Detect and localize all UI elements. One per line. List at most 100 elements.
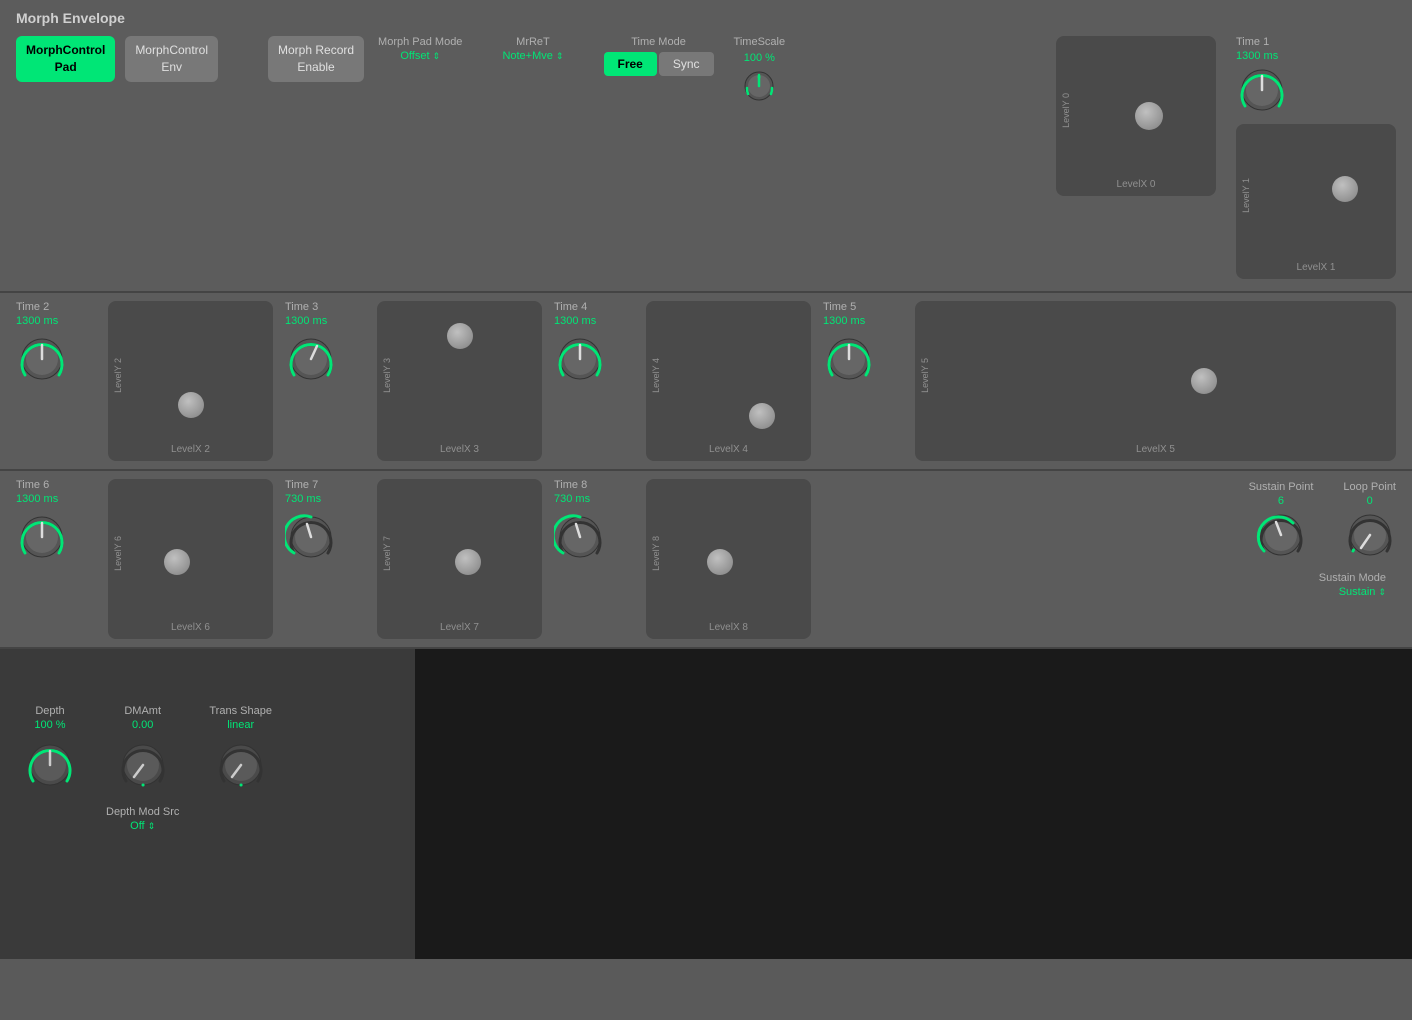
- levelx1-label: LevelX 1: [1236, 262, 1396, 273]
- trans-shape-label: Trans Shape: [209, 705, 272, 717]
- depth-mod-src-label: Depth Mod Src: [106, 806, 179, 818]
- levelx1-area: LevelY 1 LevelX 1: [1236, 124, 1396, 279]
- loop-point-knob[interactable]: [1344, 509, 1396, 566]
- loop-point-label: Loop Point: [1343, 481, 1396, 493]
- morph-pad-mode-value[interactable]: Offset ⇕: [400, 50, 440, 62]
- levelx6-area: LevelY 6 LevelX 6: [108, 479, 273, 639]
- levely6-label: LevelY 6: [113, 487, 123, 619]
- levelx3-drag-ball[interactable]: [447, 323, 473, 349]
- time7-label: Time 7: [285, 479, 318, 491]
- levelx5-area: LevelY 5 LevelX 5: [915, 301, 1396, 461]
- levely4-label: LevelY 4: [651, 309, 661, 441]
- levely7-label: LevelY 7: [382, 487, 392, 619]
- time5-group: Time 5 1300 ms: [823, 301, 903, 390]
- levely1-label: LevelY 1: [1241, 132, 1251, 259]
- sustain-point-knob[interactable]: [1255, 509, 1307, 566]
- depth-mod-src-value[interactable]: Off ⇕: [130, 820, 155, 832]
- levelx3-label: LevelX 3: [377, 444, 542, 455]
- time8-group: Time 8 730 ms: [554, 479, 634, 568]
- levelx0-area: LevelY 0 LevelX 0: [1056, 36, 1216, 196]
- levelx7-drag-ball[interactable]: [455, 549, 481, 575]
- levelx4-drag-ball[interactable]: [749, 403, 775, 429]
- levelx3-area: LevelY 3 LevelX 3: [377, 301, 542, 461]
- trans-shape-value: linear: [227, 719, 254, 731]
- time4-value: 1300 ms: [554, 315, 596, 327]
- time6-knob[interactable]: [16, 511, 68, 568]
- time8-label: Time 8: [554, 479, 587, 491]
- levelx4-label: LevelX 4: [646, 444, 811, 455]
- morph-record-enable-button[interactable]: Morph Record Enable: [268, 36, 364, 82]
- time8-knob[interactable]: [554, 511, 606, 568]
- morph-control-pad-button[interactable]: MorphControl Pad: [16, 36, 115, 82]
- levelx5-label: LevelX 5: [915, 444, 1396, 455]
- depth-label: Depth: [35, 705, 64, 717]
- sustain-mode-label: Sustain Mode: [1319, 572, 1386, 584]
- time5-label: Time 5: [823, 301, 856, 313]
- levelx8-drag-ball[interactable]: [707, 549, 733, 575]
- levelx0-drag-ball[interactable]: [1135, 102, 1163, 130]
- timescale-label: TimeScale: [734, 36, 786, 48]
- dmamt-label: DMAmt: [124, 705, 161, 717]
- time2-knob[interactable]: [16, 333, 68, 390]
- time6-label: Time 6: [16, 479, 49, 491]
- time7-knob[interactable]: [285, 511, 337, 568]
- levelx0-label: LevelX 0: [1056, 179, 1216, 190]
- time2-value: 1300 ms: [16, 315, 58, 327]
- time4-knob[interactable]: [554, 333, 606, 390]
- time1-label: Time 1: [1236, 36, 1269, 48]
- levely0-label: LevelY 0: [1061, 44, 1071, 176]
- time-mode-label: Time Mode: [631, 36, 686, 48]
- time7-value: 730 ms: [285, 493, 321, 505]
- levely5-label: LevelY 5: [920, 309, 930, 441]
- levelx8-label: LevelX 8: [646, 622, 811, 633]
- trans-shape-knob[interactable]: [215, 739, 267, 796]
- levelx2-drag-ball[interactable]: [178, 392, 204, 418]
- levely2-label: LevelY 2: [113, 309, 123, 441]
- levelx6-label: LevelX 6: [108, 622, 273, 633]
- time3-value: 1300 ms: [285, 315, 327, 327]
- depth-knob[interactable]: [24, 739, 76, 796]
- levelx7-area: LevelY 7 LevelX 7: [377, 479, 542, 639]
- morph-control-env-button[interactable]: MorphControl Env: [125, 36, 218, 82]
- depth-value: 100 %: [34, 719, 65, 731]
- levelx8-area: LevelY 8 LevelX 8: [646, 479, 811, 639]
- time7-group: Time 7 730 ms: [285, 479, 365, 568]
- time4-label: Time 4: [554, 301, 587, 313]
- free-button[interactable]: Free: [604, 52, 657, 76]
- time6-value: 1300 ms: [16, 493, 58, 505]
- timescale-value: 100 %: [744, 52, 775, 64]
- time-mode-buttons: Free Sync: [604, 52, 714, 76]
- time3-group: Time 3 1300 ms: [285, 301, 365, 390]
- levelx4-area: LevelY 4 LevelX 4: [646, 301, 811, 461]
- sustain-point-value: 6: [1278, 495, 1284, 507]
- levely8-label: LevelY 8: [651, 487, 661, 619]
- sync-button[interactable]: Sync: [659, 52, 714, 76]
- loop-point-value: 0: [1367, 495, 1373, 507]
- sustain-mode-value[interactable]: Sustain ⇕: [1339, 586, 1386, 598]
- time5-value: 1300 ms: [823, 315, 865, 327]
- levelx2-label: LevelX 2: [108, 444, 273, 455]
- time8-value: 730 ms: [554, 493, 590, 505]
- mrret-value[interactable]: Note+Mve ⇕: [502, 50, 563, 62]
- time2-label: Time 2: [16, 301, 49, 313]
- morph-pad-mode-label: Morph Pad Mode: [378, 36, 462, 48]
- page-title: Morph Envelope: [16, 10, 125, 26]
- time3-label: Time 3: [285, 301, 318, 313]
- bottom-panel: Depth 100 % DMAmt 0.00: [0, 649, 415, 959]
- time5-knob[interactable]: [823, 333, 875, 390]
- sustain-point-label: Sustain Point: [1249, 481, 1314, 493]
- levelx1-drag-ball[interactable]: [1332, 176, 1358, 202]
- time4-group: Time 4 1300 ms: [554, 301, 634, 390]
- levelx7-label: LevelX 7: [377, 622, 542, 633]
- levely3-label: LevelY 3: [382, 309, 392, 441]
- levelx2-area: LevelY 2 LevelX 2: [108, 301, 273, 461]
- levelx6-drag-ball[interactable]: [164, 549, 190, 575]
- time3-knob[interactable]: [285, 333, 337, 390]
- time6-group: Time 6 1300 ms: [16, 479, 96, 568]
- dmamt-value: 0.00: [132, 719, 153, 731]
- mrret-label: MrReT: [516, 36, 550, 48]
- levelx5-drag-ball[interactable]: [1191, 368, 1217, 394]
- time1-knob[interactable]: [1236, 64, 1288, 116]
- dmamt-knob[interactable]: [117, 739, 169, 796]
- timescale-knob[interactable]: [741, 68, 777, 104]
